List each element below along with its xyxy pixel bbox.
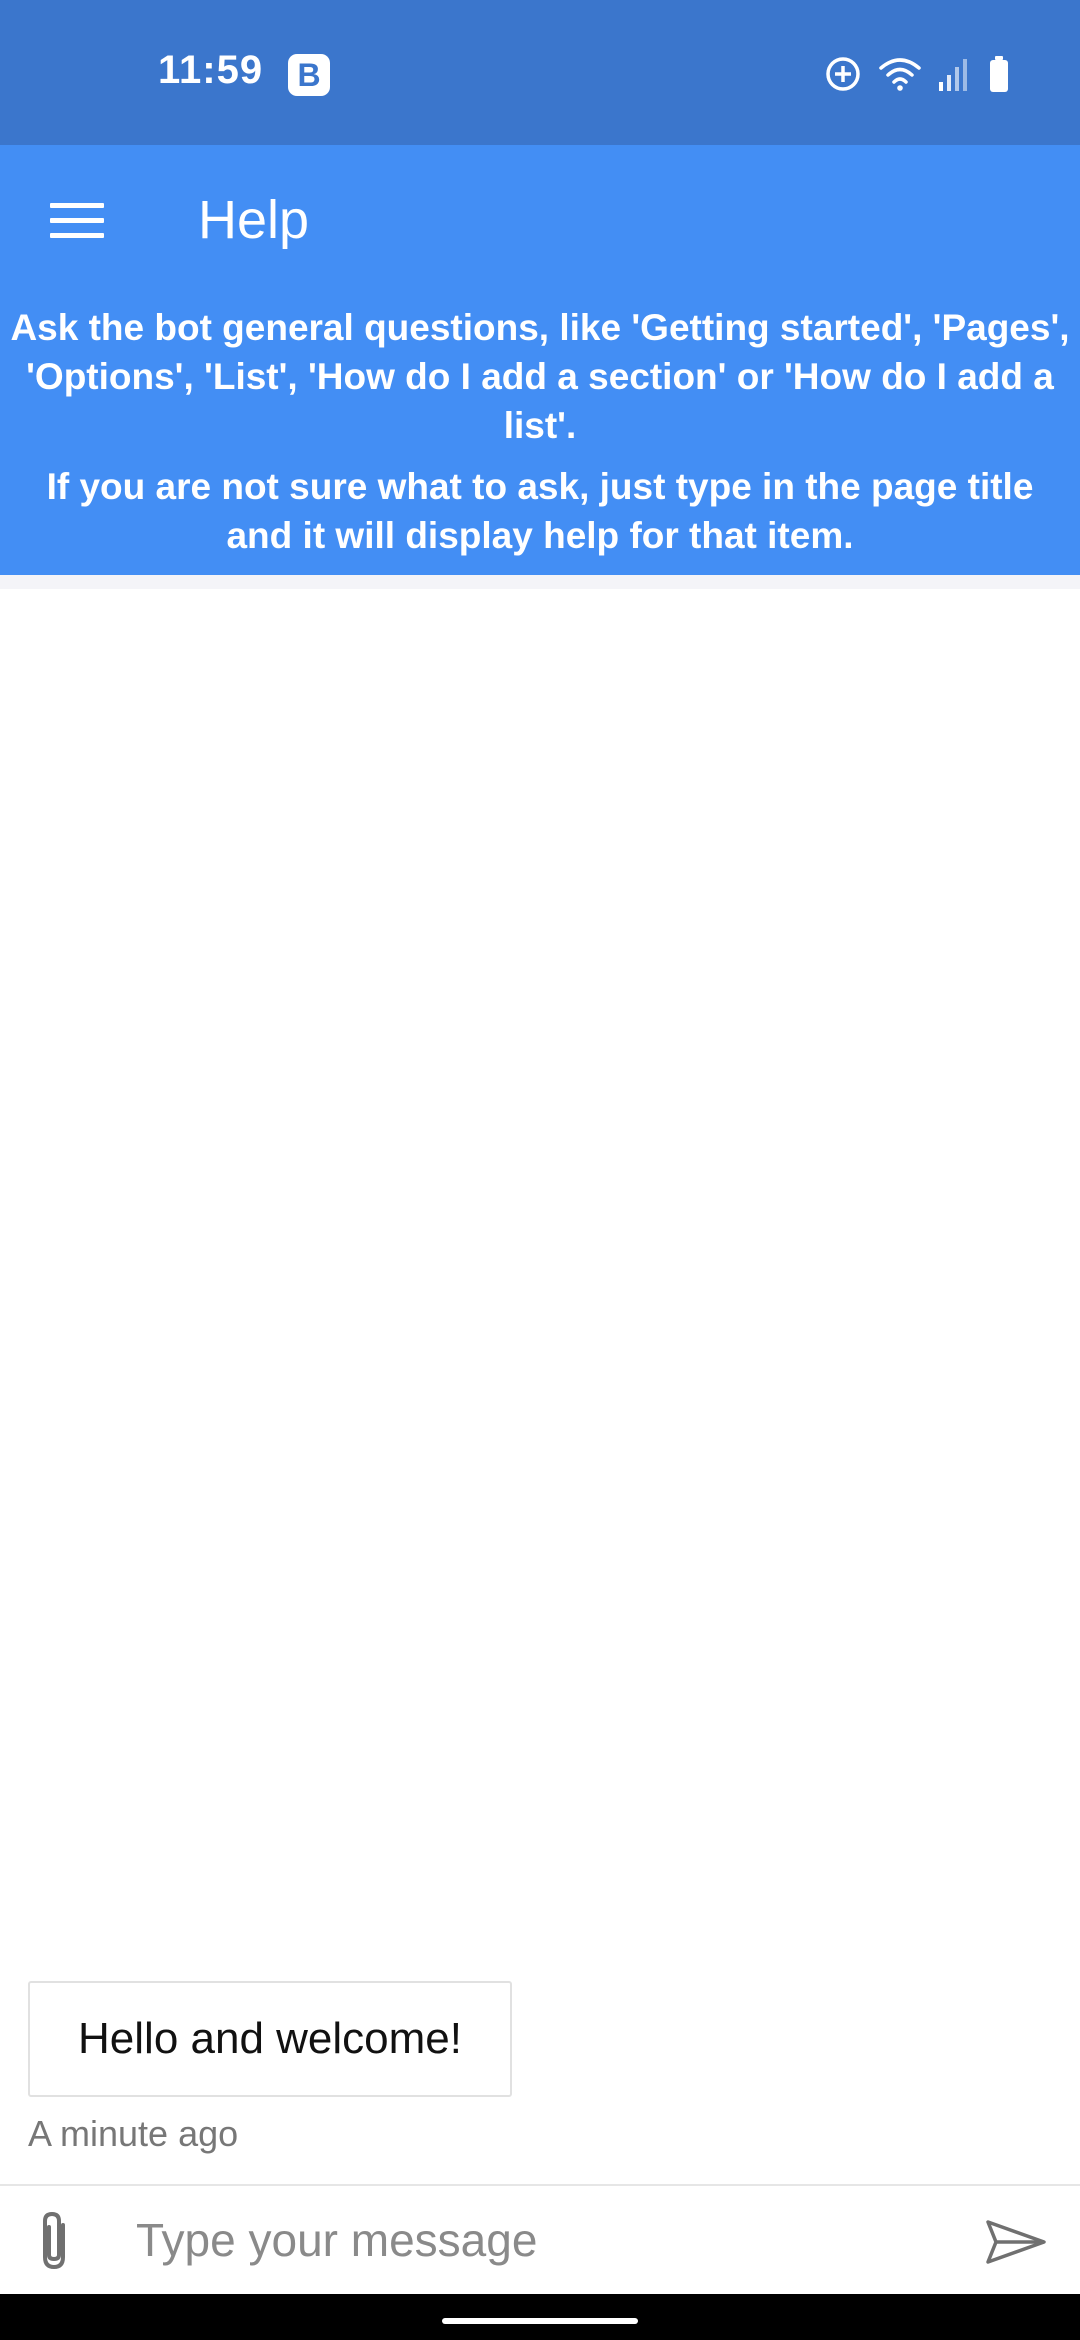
data-saver-icon [824, 55, 862, 98]
page-title: Help [198, 190, 310, 250]
bot-message-bubble: Hello and welcome! [28, 1981, 512, 2097]
wifi-icon [878, 56, 922, 97]
paperclip-icon[interactable] [28, 2208, 82, 2274]
app-bar: Help Ask the bot general questions, like… [0, 145, 1080, 575]
hamburger-menu-icon[interactable] [40, 193, 114, 249]
bot-message-text: Hello and welcome! [78, 2014, 462, 2063]
status-time: 11:59 [158, 48, 264, 92]
signal-icon [938, 56, 972, 97]
status-bar: 11:59 B [0, 0, 1080, 145]
message-input[interactable] [136, 2202, 956, 2278]
chat-transcript[interactable] [0, 589, 1080, 2184]
help-line-page-title: If you are not sure what to ask, just ty… [46, 466, 1034, 556]
status-icons [824, 54, 1010, 98]
message-input-bar [0, 2184, 1080, 2294]
header-divider [0, 575, 1080, 589]
system-nav-bar [0, 2294, 1080, 2340]
app-notification-badge: B [288, 54, 330, 96]
battery-icon [988, 55, 1010, 98]
send-icon[interactable] [980, 2212, 1052, 2272]
help-line-questions: Ask the bot general questions, like 'Get… [10, 307, 1070, 446]
home-gesture-handle[interactable] [442, 2318, 638, 2324]
message-timestamp: A minute ago [28, 2113, 239, 2154]
help-instructions: Ask the bot general questions, like 'Get… [0, 303, 1080, 572]
